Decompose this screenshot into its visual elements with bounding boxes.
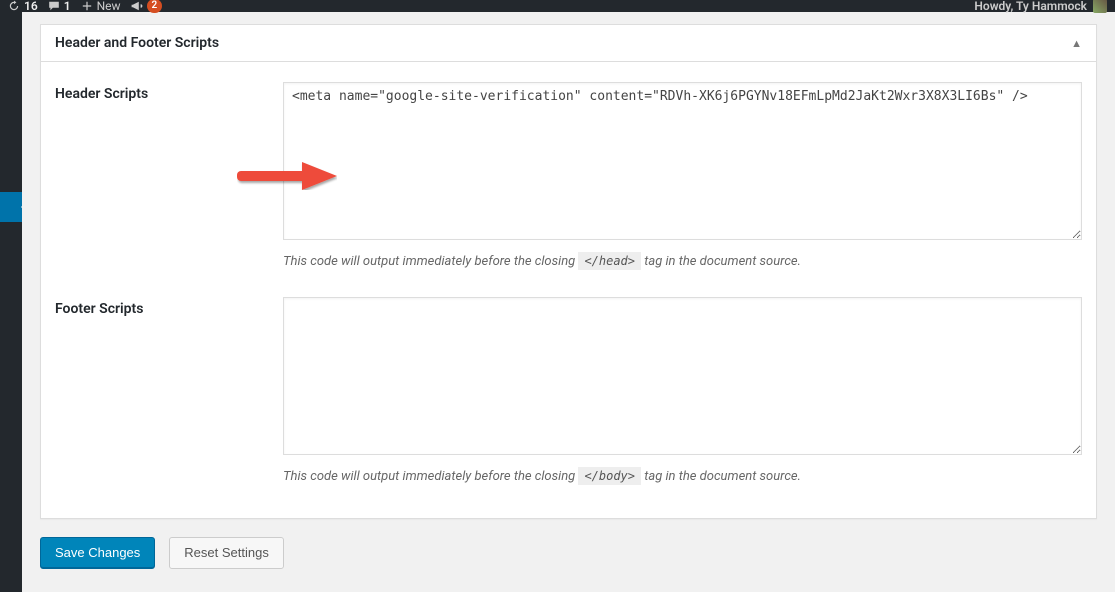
action-buttons: Save Changes Reset Settings <box>40 537 1097 569</box>
body-tag-code: </body> <box>578 467 641 485</box>
header-scripts-textarea[interactable] <box>283 82 1082 240</box>
admin-menu[interactable] <box>0 12 22 592</box>
head-tag-code: </head> <box>578 252 641 270</box>
plus-icon <box>81 0 93 12</box>
megaphone-icon <box>131 0 143 12</box>
comment-icon <box>48 0 60 12</box>
reset-settings-button[interactable]: Reset Settings <box>169 537 284 569</box>
header-scripts-label: Header Scripts <box>55 82 265 269</box>
panel-header[interactable]: Header and Footer Scripts ▲ <box>41 25 1096 62</box>
panel-body: Header Scripts This code will output imm… <box>41 62 1096 518</box>
collapse-toggle-icon[interactable]: ▲ <box>1071 37 1082 50</box>
refresh-icon <box>8 0 20 12</box>
footer-scripts-description: This code will output immediately before… <box>283 469 1082 484</box>
active-menu-item[interactable] <box>0 192 22 222</box>
header-scripts-field: This code will output immediately before… <box>283 82 1082 269</box>
panel-title: Header and Footer Scripts <box>55 35 219 51</box>
scripts-panel: Header and Footer Scripts ▲ Header Scrip… <box>40 24 1097 519</box>
footer-scripts-label: Footer Scripts <box>55 297 265 484</box>
footer-scripts-textarea[interactable] <box>283 297 1082 455</box>
header-scripts-row: Header Scripts This code will output imm… <box>55 82 1082 269</box>
header-scripts-description: This code will output immediately before… <box>283 254 1082 269</box>
save-changes-button[interactable]: Save Changes <box>40 537 155 569</box>
main-content: Header and Footer Scripts ▲ Header Scrip… <box>22 12 1115 592</box>
footer-scripts-row: Footer Scripts This code will output imm… <box>55 297 1082 484</box>
footer-scripts-field: This code will output immediately before… <box>283 297 1082 484</box>
admin-bar: 16 1 New 2 Howdy, Ty Hammock <box>0 0 1115 12</box>
